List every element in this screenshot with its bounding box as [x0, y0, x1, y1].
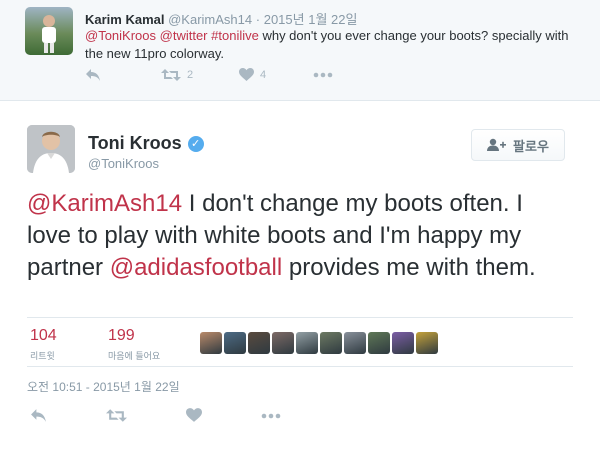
reply-author-name[interactable]: Karim Kamal [85, 12, 164, 27]
liker-avatar[interactable] [272, 332, 294, 354]
mention-adidasfootball[interactable]: @adidasfootball [110, 254, 282, 281]
verified-badge-icon: ✓ [187, 135, 204, 152]
tweet-timestamp: 오전 10:51 - 2015년 1월 22일 [27, 380, 180, 394]
liker-avatar[interactable] [296, 332, 318, 354]
like-label[interactable]: 마음에 들어요 [108, 349, 160, 362]
main-avatar[interactable] [27, 125, 75, 173]
reply-tweet: Karim Kamal @KarimAsh14 · 2015년 1월 22일 @… [0, 0, 600, 101]
reply-retweet-count: 2 [187, 69, 194, 81]
retweet-label[interactable]: 리트윗 [30, 349, 55, 362]
reply-mention-tonikroos[interactable]: @ToniKroos [85, 28, 156, 43]
reply-header: Karim Kamal @KarimAsh14 · 2015년 1월 22일 [85, 9, 357, 28]
reply-hashtag-tonilive[interactable]: #tonilive [211, 28, 259, 43]
liker-avatar[interactable] [224, 332, 246, 354]
heart-icon [186, 408, 202, 422]
liker-avatar[interactable] [368, 332, 390, 354]
retweet-button[interactable] [106, 408, 127, 423]
liker-avatar[interactable] [320, 332, 342, 354]
reply-like-button[interactable]: 4 [239, 68, 266, 81]
more-button[interactable] [261, 413, 281, 419]
reply-author-handle[interactable]: @KarimAsh14 [168, 12, 252, 27]
like-button[interactable] [186, 408, 202, 422]
reply-retweet-button[interactable]: 2 [161, 68, 193, 82]
reply-more-button[interactable] [313, 72, 333, 78]
main-author-handle[interactable]: @ToniKroos [88, 156, 159, 171]
person-plus-icon [487, 138, 507, 151]
reply-avatar[interactable] [25, 7, 73, 55]
like-count[interactable]: 199 [108, 327, 135, 345]
main-author: Toni Kroos ✓ [88, 133, 204, 154]
main-author-name[interactable]: Toni Kroos [88, 133, 182, 154]
tweet-stats: 104 리트윗 199 마음에 들어요 [27, 317, 573, 367]
liker-avatar[interactable] [248, 332, 270, 354]
reply-separator: · [255, 12, 261, 27]
reply-button[interactable] [30, 408, 47, 423]
follow-button-label: 팔로우 [513, 138, 549, 154]
heart-icon [239, 68, 254, 81]
reply-text: @ToniKroos @twitter #tonilive why don't … [85, 27, 575, 63]
reply-arrow-icon [86, 69, 100, 81]
follow-button[interactable]: 팔로우 [471, 129, 565, 161]
reply-reply-button[interactable] [85, 68, 101, 82]
liker-avatars [200, 332, 438, 354]
more-dots-icon [261, 413, 281, 419]
tweet-text: @KarimAsh14 I don't change my boots ofte… [27, 188, 572, 284]
reply-arrow-icon [31, 409, 46, 422]
mention-karimash14[interactable]: @KarimAsh14 [27, 190, 182, 217]
tweet-body-text-end: provides me with them. [282, 254, 536, 281]
reply-actions: 2 4 [85, 68, 385, 88]
more-dots-icon [313, 72, 333, 78]
liker-avatar[interactable] [200, 332, 222, 354]
reply-timestamp[interactable]: 2015년 1월 22일 [264, 12, 358, 27]
reply-like-count: 4 [260, 68, 267, 81]
retweet-icon [106, 409, 127, 422]
liker-avatar[interactable] [416, 332, 438, 354]
retweet-icon [161, 69, 181, 81]
liker-avatar[interactable] [392, 332, 414, 354]
retweet-count[interactable]: 104 [30, 327, 57, 345]
tweet-actions [27, 408, 327, 430]
liker-avatar[interactable] [344, 332, 366, 354]
reply-mention-twitter[interactable]: @twitter [160, 28, 208, 43]
